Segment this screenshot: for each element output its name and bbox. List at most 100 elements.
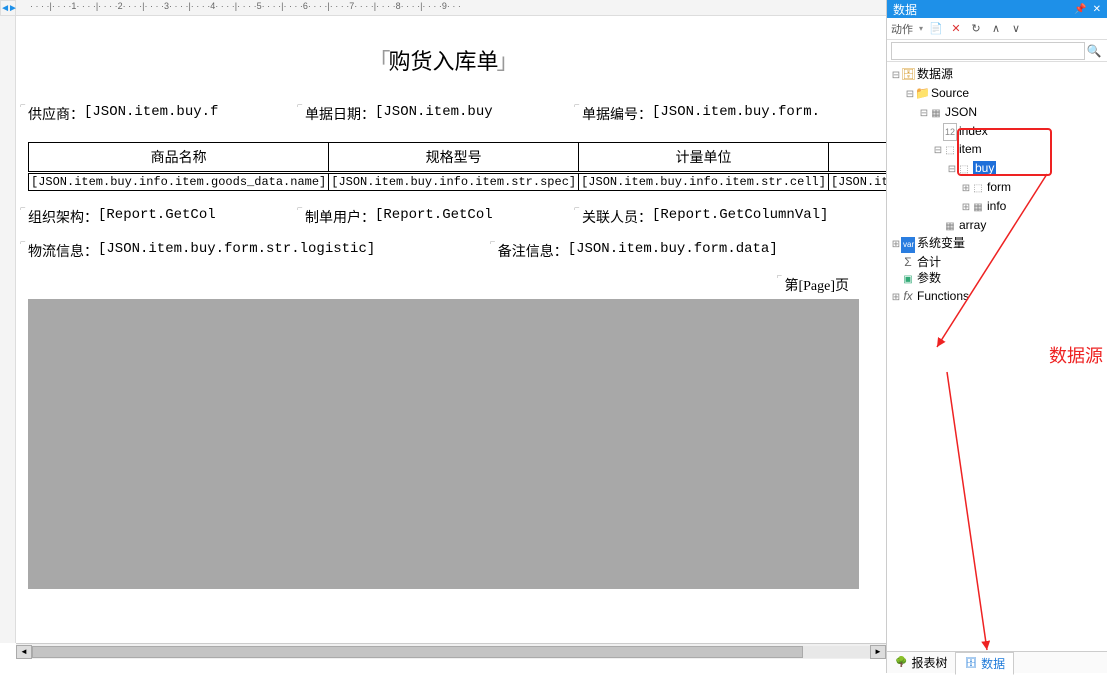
- docno-field[interactable]: 单据编号： [JSON.item.buy.form.: [582, 104, 859, 124]
- tree-label: 数据源: [917, 67, 953, 81]
- tree-root-datasource[interactable]: ⊟🗄数据源 ⊟📁Source ⊟▦JSON 12index: [891, 66, 1105, 235]
- maker-label: 制单用户：: [305, 207, 375, 227]
- supplier-value: [JSON.item.buy.f: [84, 104, 218, 124]
- logistic-field[interactable]: 物流信息： [JSON.item.buy.form.str.logistic]: [28, 241, 498, 261]
- remark-value: [JSON.item.buy.form.data]: [568, 241, 778, 261]
- tab-report-tree[interactable]: 🌳报表树: [887, 652, 955, 673]
- tree-label: 系统变量: [917, 236, 965, 250]
- panel-pin-icon[interactable]: 📌: [1074, 4, 1086, 15]
- object-icon: ⬚: [957, 162, 971, 178]
- tree-node-buy[interactable]: ⊟⬚buy ⊞⬚form ⊞▦info: [947, 160, 1105, 217]
- tree-node-source[interactable]: ⊟📁Source ⊟▦JSON 12index ⊟⬚item: [905, 85, 1105, 235]
- tree-label: 合计: [917, 255, 941, 269]
- horizontal-scrollbar[interactable]: ◄ ►: [16, 643, 886, 659]
- annotation-text: 数据源: [1049, 342, 1103, 368]
- tree-node-item[interactable]: ⊟⬚item ⊟⬚buy ⊞⬚form ⊞▦info: [933, 141, 1105, 217]
- scroll-track[interactable]: [32, 646, 870, 658]
- report-title[interactable]: 购货入库单: [368, 44, 518, 76]
- search-input[interactable]: [891, 42, 1085, 60]
- org-field[interactable]: 组织架构： [Report.GetCol: [28, 207, 305, 227]
- tree-label: index: [959, 124, 988, 138]
- col-unit[interactable]: 计量单位: [579, 143, 829, 173]
- collapse-up-icon[interactable]: ∧: [989, 22, 1003, 36]
- delete-icon[interactable]: ✕: [949, 22, 963, 36]
- panel-tabs: 🌳报表树 🗄数据: [887, 651, 1107, 673]
- footer-row-1: 组织架构： [Report.GetCol 制单用户： [Report.GetCo…: [28, 207, 859, 227]
- report-page[interactable]: 购货入库单 供应商： [JSON.item.buy.f 单据日期： [JSON.…: [16, 16, 871, 599]
- tree-label: form: [987, 180, 1011, 194]
- tree-node-index[interactable]: 12index: [933, 123, 1105, 141]
- panel-header: 数据 📌 ✕: [887, 0, 1107, 18]
- horizontal-ruler[interactable]: · · · ·|· · · ·1· · · ·|· · · ·2· · · ·|…: [16, 0, 886, 16]
- expand-down-icon[interactable]: ∨: [1009, 22, 1023, 36]
- scroll-thumb[interactable]: [32, 646, 803, 658]
- expand-toggle-icon[interactable]: ⊞: [891, 238, 901, 254]
- org-label: 组织架构：: [28, 207, 98, 227]
- report-canvas[interactable]: 购货入库单 供应商： [JSON.item.buy.f 单据日期： [JSON.…: [16, 16, 886, 643]
- supplier-field[interactable]: 供应商： [JSON.item.buy.f: [28, 104, 305, 124]
- panel-close-icon[interactable]: ✕: [1093, 4, 1101, 15]
- tree-node-functions[interactable]: ⊞fxFunctions: [891, 288, 1105, 307]
- header-fields-row: 供应商： [JSON.item.buy.f 单据日期： [JSON.item.b…: [28, 104, 859, 124]
- tree-node-sysvar[interactable]: ⊞var系统变量: [891, 235, 1105, 254]
- datasource-tree[interactable]: ⊟🗄数据源 ⊟📁Source ⊟▦JSON 12index: [887, 62, 1107, 651]
- tree-node-params[interactable]: ▣参数: [891, 270, 1105, 288]
- col-warehouse[interactable]: 仓库: [828, 143, 886, 173]
- number-field-icon: 12: [943, 123, 957, 141]
- refresh-icon[interactable]: ↻: [969, 22, 983, 36]
- tree-label-selected: buy: [973, 161, 996, 175]
- new-datasource-icon[interactable]: 📄: [929, 22, 943, 36]
- cell-spec[interactable]: [JSON.item.buy.info.item.str.spec]: [329, 173, 579, 191]
- docno-label: 单据编号：: [582, 104, 652, 124]
- supplier-label: 供应商：: [28, 104, 84, 124]
- database-icon: 🗄: [964, 658, 977, 669]
- tree-label: item: [959, 142, 982, 156]
- page-footer[interactable]: 第[Page]页: [28, 275, 859, 295]
- org-value: [Report.GetCol: [98, 207, 216, 227]
- tree-node-total[interactable]: Σ合计: [891, 254, 1105, 270]
- tree-node-array[interactable]: ▦array: [933, 217, 1105, 235]
- cell-unit[interactable]: [JSON.item.buy.info.item.str.cell]: [579, 173, 829, 191]
- tree-node-info[interactable]: ⊞▦info: [961, 198, 1105, 217]
- panel-toolbar: 动作 ▾ 📄 ✕ ↻ ∧ ∨: [887, 18, 1107, 40]
- expand-toggle-icon[interactable]: ⊞: [961, 201, 971, 217]
- expand-toggle-icon[interactable]: ⊟: [947, 163, 957, 179]
- col-spec[interactable]: 规格型号: [329, 143, 579, 173]
- tree-icon: 🌳: [895, 657, 907, 668]
- table-icon: ▦: [929, 106, 943, 122]
- table-icon: ▦: [971, 200, 985, 216]
- object-icon: ⬚: [971, 181, 985, 197]
- tree-label: info: [987, 199, 1006, 213]
- tree-node-json[interactable]: ⊟▦JSON 12index ⊟⬚item ⊟⬚buy: [919, 104, 1105, 235]
- ruler-corner[interactable]: ◄►: [0, 0, 16, 16]
- cell-warehouse[interactable]: [JSON.item.buy.info.item.warehouse_data.…: [828, 173, 886, 191]
- scroll-right-button[interactable]: ►: [870, 645, 886, 659]
- col-product-name[interactable]: 商品名称: [29, 143, 329, 173]
- maker-value: [Report.GetCol: [375, 207, 493, 227]
- expand-toggle-icon[interactable]: ⊞: [891, 291, 901, 307]
- remark-field[interactable]: 备注信息： [JSON.item.buy.form.data]: [498, 241, 859, 261]
- expand-toggle-icon[interactable]: ⊟: [933, 144, 943, 160]
- expand-toggle-icon[interactable]: ⊟: [905, 88, 915, 104]
- design-canvas-area: ◄► · · · ·|· · · ·1· · · ·|· · · ·2· · ·…: [0, 0, 887, 673]
- vertical-ruler[interactable]: [0, 16, 16, 643]
- expand-toggle-icon[interactable]: ⊞: [961, 182, 971, 198]
- search-icon[interactable]: 🔍: [1085, 44, 1103, 58]
- assoc-field[interactable]: 关联人员： [Report.GetColumnVal]: [582, 207, 859, 227]
- expand-arrows-icon: ◄►: [0, 3, 16, 14]
- date-field[interactable]: 单据日期： [JSON.item.buy: [305, 104, 582, 124]
- maker-field[interactable]: 制单用户： [Report.GetCol: [305, 207, 582, 227]
- tree-label: Source: [931, 86, 969, 100]
- expand-toggle-icon[interactable]: ⊟: [919, 107, 929, 123]
- actions-dropdown[interactable]: 动作: [891, 21, 913, 37]
- tab-data[interactable]: 🗄数据: [955, 652, 1014, 675]
- expand-toggle-icon[interactable]: ⊟: [891, 69, 901, 85]
- folder-icon: 📁: [915, 85, 929, 101]
- scroll-left-button[interactable]: ◄: [16, 645, 32, 659]
- tree-label: array: [959, 218, 986, 232]
- search-row: 🔍: [887, 40, 1107, 62]
- tree-node-form[interactable]: ⊞⬚form: [961, 179, 1105, 198]
- data-grid[interactable]: 商品名称 规格型号 计量单位 仓库 数量 [JSON.item.buy.info…: [28, 142, 886, 191]
- footer-row-2: 物流信息： [JSON.item.buy.form.str.logistic] …: [28, 241, 859, 261]
- cell-product-name[interactable]: [JSON.item.buy.info.item.goods_data.name…: [29, 173, 329, 191]
